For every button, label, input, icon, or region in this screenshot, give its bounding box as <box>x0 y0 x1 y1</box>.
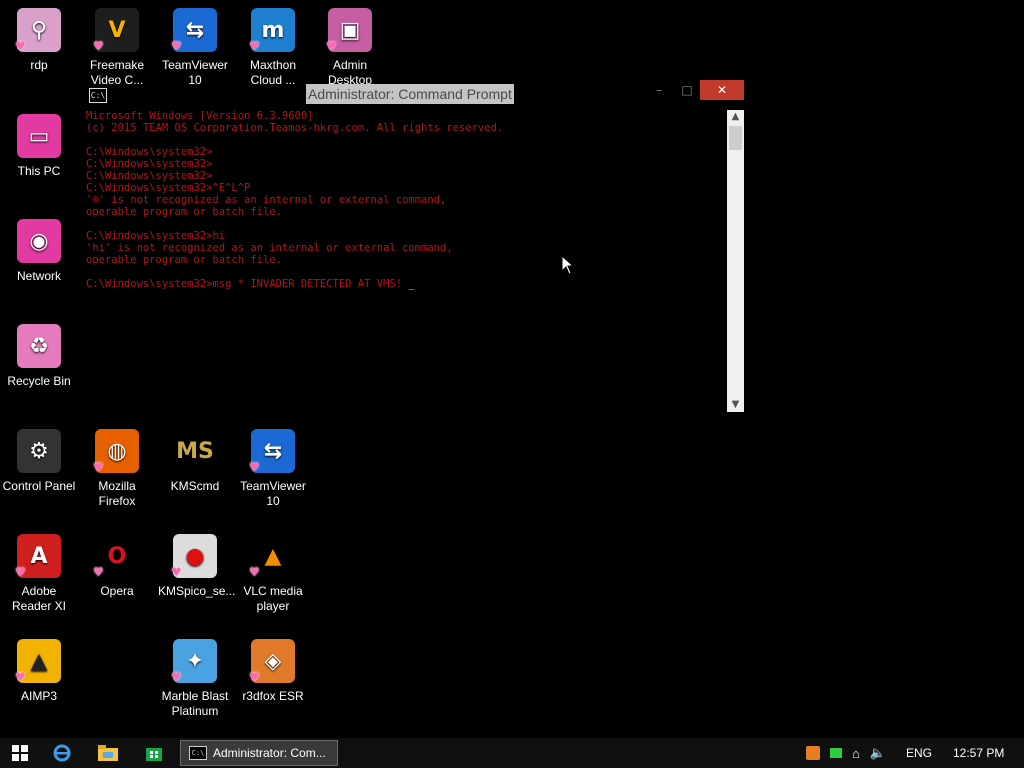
internet-explorer-icon <box>53 744 71 762</box>
desktop-icon-label: TeamViewer 10 <box>240 479 306 508</box>
desktop-icon-label: Adobe Reader XI <box>11 584 67 613</box>
teamviewer-icon: ⇆ ♥ <box>171 8 217 53</box>
console-line: operable program or batch file. <box>86 206 282 218</box>
console-line: Microsoft Windows [Version 6.3.9600] <box>86 110 314 122</box>
computer-icon: ▭ <box>17 114 61 158</box>
console-line: C:\Windows\system32> <box>86 146 213 158</box>
windows-logo-icon <box>12 745 28 761</box>
system-tray: ⌂ 🔈 <box>806 738 900 768</box>
desktop-icon-label: Network <box>16 269 61 283</box>
console-line: 'hi' is not recognized as an internal or… <box>86 242 453 254</box>
desktop-icon-label: AIMP3 <box>20 689 57 703</box>
kmscmd-icon: MS <box>173 429 217 473</box>
start-button[interactable] <box>0 738 40 768</box>
desktop-icon-label: KMScmd <box>170 479 220 493</box>
console-output[interactable]: Microsoft Windows [Version 6.3.9600] (c) … <box>86 110 726 410</box>
window-titlebar[interactable]: C:\ Administrator: Command Prompt – □ ✕ <box>86 80 746 104</box>
window-title: Administrator: Command Prompt <box>306 84 514 104</box>
r3dfox-icon: ◈ ♥ <box>249 639 295 684</box>
desktop-icon-label: VLC media player <box>243 584 303 613</box>
command-prompt-window[interactable]: C:\ Administrator: Command Prompt – □ ✕ … <box>86 80 746 412</box>
minimize-button[interactable]: – <box>644 80 674 100</box>
close-button[interactable]: ✕ <box>700 80 744 100</box>
console-line: '®' is not recognized as an internal or … <box>86 194 447 206</box>
desktop-icon-network[interactable]: ◉ Network <box>0 215 78 315</box>
tray-app-icon[interactable] <box>806 746 820 760</box>
desktop-icon-kmscmd[interactable]: MS KMScmd <box>156 425 234 525</box>
console-line: C:\Windows\system32>hi <box>86 230 226 242</box>
network-icon[interactable]: ⌂ <box>852 746 860 761</box>
maximize-button[interactable]: □ <box>672 80 702 100</box>
scroll-down-icon[interactable]: ▼ <box>727 398 744 412</box>
taskbar-store[interactable] <box>134 738 174 768</box>
folder-icon: ▣ ♥ <box>326 8 372 53</box>
teamviewer-icon: ⇆ ♥ <box>249 429 295 474</box>
firefox-icon: ◍ ♥ <box>93 429 139 474</box>
cmd-app-icon[interactable]: C:\ <box>89 88 107 103</box>
opera-icon: O ♥ <box>93 534 139 579</box>
language-indicator[interactable]: ENG <box>906 738 932 768</box>
recycle-bin-icon: ♻ <box>17 324 61 368</box>
clock[interactable]: 12:57 PM <box>953 738 1004 768</box>
store-icon <box>146 748 162 761</box>
desktop-icon-label: Mozilla Firefox <box>98 479 136 508</box>
vertical-scrollbar[interactable]: ▲ ▼ <box>727 110 744 412</box>
kmspico-icon: ● ♥ <box>171 534 217 579</box>
maxthon-icon: m ♥ <box>249 8 295 53</box>
console-line: C:\Windows\system32> <box>86 158 213 170</box>
desktop-icon-opera[interactable]: O ♥ Opera <box>78 530 156 630</box>
desktop-icon-label: rdp <box>30 58 48 72</box>
desktop-icon-label: Control Panel <box>2 479 76 493</box>
desktop-icon-firefox[interactable]: ◍ ♥ Mozilla Firefox <box>78 425 156 525</box>
desktop-icon-label: KMSpico_se... <box>158 584 236 598</box>
desktop-icon-kmspico[interactable]: ● ♥ KMSpico_se... <box>156 530 236 630</box>
console-line: C:\Windows\system32> <box>86 170 213 182</box>
console-line: (c) 2015 TEAM OS Corporation.Teamos-hkrg… <box>86 122 504 134</box>
adobe-reader-icon: A ♥ <box>15 534 61 579</box>
aimp-icon: ▲ ♥ <box>15 639 61 684</box>
text-cursor: _ <box>408 278 415 290</box>
desktop-icon-aimp[interactable]: ▲ ♥ AIMP3 <box>0 635 78 735</box>
desktop-icon-recycle-bin[interactable]: ♻ Recycle Bin <box>0 320 78 420</box>
control-panel-icon: ⚙ <box>17 429 61 473</box>
cmd-app-icon: C:\ <box>189 746 207 760</box>
scrollbar-thumb[interactable] <box>729 126 742 150</box>
flag-icon[interactable] <box>830 748 842 758</box>
desktop-icon-r3dfox[interactable]: ◈ ♥ r3dfox ESR <box>234 635 312 735</box>
taskbar-command-prompt[interactable]: C:\ Administrator: Com... <box>180 740 338 766</box>
folder-icon: ⚲ ♥ <box>15 8 61 53</box>
console-line: C:\Windows\system32>msg * INVADER DETECT… <box>86 278 415 290</box>
vlc-icon: ▲ ♥ <box>249 534 295 579</box>
volume-icon[interactable]: 🔈 <box>870 745 886 761</box>
desktop-icon-this-pc[interactable]: ▭ This PC <box>0 110 78 210</box>
taskbar-file-explorer[interactable] <box>88 738 128 768</box>
desktop-icon-adobe-reader[interactable]: A ♥ Adobe Reader XI <box>0 530 78 630</box>
folder-icon <box>98 745 118 761</box>
freemake-icon: V ♥ <box>93 8 139 53</box>
desktop-icon-teamviewer-2[interactable]: ⇆ ♥ TeamViewer 10 <box>234 425 312 525</box>
desktop-icon-label: Marble Blast Platinum <box>161 689 229 718</box>
desktop-icon-marble-blast[interactable]: ✦ ♥ Marble Blast Platinum <box>156 635 234 735</box>
taskbar-internet-explorer[interactable] <box>42 738 82 768</box>
scroll-up-icon[interactable]: ▲ <box>727 110 744 124</box>
marble-blast-icon: ✦ ♥ <box>171 639 217 684</box>
desktop-icon-label: Opera <box>100 584 134 598</box>
taskbar: C:\ Administrator: Com... ⌂ 🔈 ENG 12:57 … <box>0 738 1024 768</box>
console-line: C:\Windows\system32>^E^L^P <box>86 182 251 194</box>
desktop-icon-admin-desktop[interactable]: ▣ ♥ Admin Desktop <box>311 4 389 86</box>
desktop-icon-vlc[interactable]: ▲ ♥ VLC media player <box>234 530 312 630</box>
desktop-icon-label: This PC <box>17 164 61 178</box>
desktop-icon-label: Recycle Bin <box>7 374 71 388</box>
desktop-icon-control-panel[interactable]: ⚙ Control Panel <box>0 425 78 525</box>
console-line: operable program or batch file. <box>86 254 282 266</box>
network-icon: ◉ <box>17 219 61 263</box>
desktop-icon-rdp[interactable]: ⚲ ♥ rdp <box>0 4 78 104</box>
mouse-pointer-icon <box>561 255 575 275</box>
taskbar-task-label: Administrator: Com... <box>213 746 326 760</box>
desktop-icon-label: r3dfox ESR <box>242 689 304 703</box>
